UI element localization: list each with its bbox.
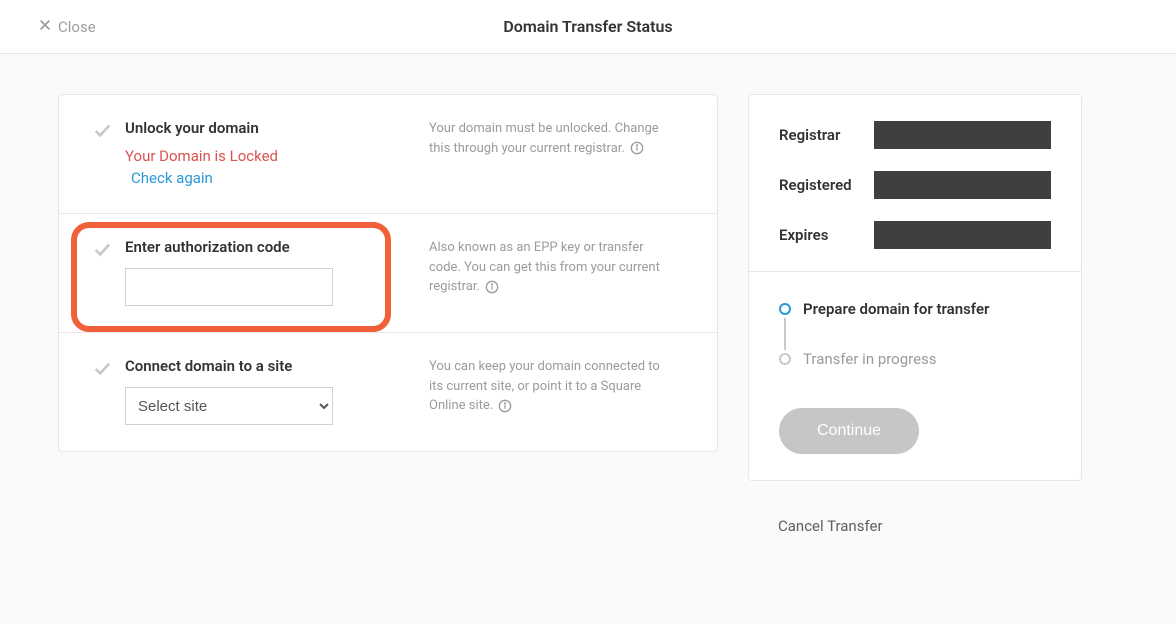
steps-panel: Unlock your domain Your Domain is Locked… — [58, 94, 718, 452]
info-row-registered: Registered — [779, 171, 1051, 199]
registrar-value-redacted — [874, 121, 1051, 149]
info-icon[interactable] — [498, 399, 512, 413]
check-again-link[interactable]: Check again — [131, 169, 213, 187]
step-desc-text: You can keep your domain connected to it… — [429, 359, 660, 413]
progress-label: Transfer in progress — [803, 350, 937, 368]
step-title: Unlock your domain — [125, 119, 373, 137]
site-select[interactable]: Select site — [125, 387, 333, 425]
check-icon — [93, 121, 111, 139]
close-button[interactable]: Close — [38, 18, 96, 36]
registered-value-redacted — [874, 171, 1051, 199]
content-area: Unlock your domain Your Domain is Locked… — [0, 54, 1176, 535]
auth-code-input[interactable] — [125, 268, 333, 306]
sidebar-panel: Registrar Registered Expires Prepare dom… — [748, 94, 1082, 481]
registered-label: Registered — [779, 176, 874, 194]
info-icon[interactable] — [630, 141, 644, 155]
progress-circle-icon — [779, 303, 791, 315]
progress-step-prepare: Prepare domain for transfer — [779, 300, 1051, 318]
cancel-transfer-link[interactable]: Cancel Transfer — [778, 517, 1082, 535]
step-description: You can keep your domain connected to it… — [429, 357, 667, 425]
expires-label: Expires — [779, 226, 874, 244]
step-title: Connect domain to a site — [125, 357, 373, 375]
step-description: Also known as an EPP key or transfer cod… — [429, 238, 667, 306]
info-row-expires: Expires — [779, 221, 1051, 249]
topbar: Close Domain Transfer Status — [0, 0, 1176, 54]
step-auth-code: Enter authorization code Also known as a… — [59, 214, 717, 333]
step-unlock-domain: Unlock your domain Your Domain is Locked… — [59, 95, 717, 214]
info-icon[interactable] — [485, 280, 499, 294]
domain-info-block: Registrar Registered Expires — [749, 95, 1081, 272]
step-desc-text: Also known as an EPP key or transfer cod… — [429, 240, 660, 294]
close-icon — [38, 18, 52, 36]
check-icon — [93, 359, 111, 377]
progress-label: Prepare domain for transfer — [803, 300, 989, 318]
step-connect-site: Connect domain to a site Select site You… — [59, 333, 717, 451]
page-title: Domain Transfer Status — [503, 17, 672, 36]
registrar-label: Registrar — [779, 126, 874, 144]
locked-message: Your Domain is Locked — [125, 147, 373, 165]
progress-circle-icon — [779, 353, 791, 365]
progress-connector — [784, 318, 786, 350]
progress-block: Prepare domain for transfer Transfer in … — [749, 272, 1081, 480]
step-title: Enter authorization code — [125, 238, 373, 256]
step-description: Your domain must be unlocked. Change thi… — [429, 119, 667, 187]
step-desc-text: Your domain must be unlocked. Change thi… — [429, 121, 659, 156]
close-label: Close — [58, 18, 96, 36]
expires-value-redacted — [874, 221, 1051, 249]
continue-button[interactable]: Continue — [779, 408, 919, 454]
check-icon — [93, 240, 111, 258]
progress-step-inprogress: Transfer in progress — [779, 350, 1051, 368]
info-row-registrar: Registrar — [779, 121, 1051, 149]
